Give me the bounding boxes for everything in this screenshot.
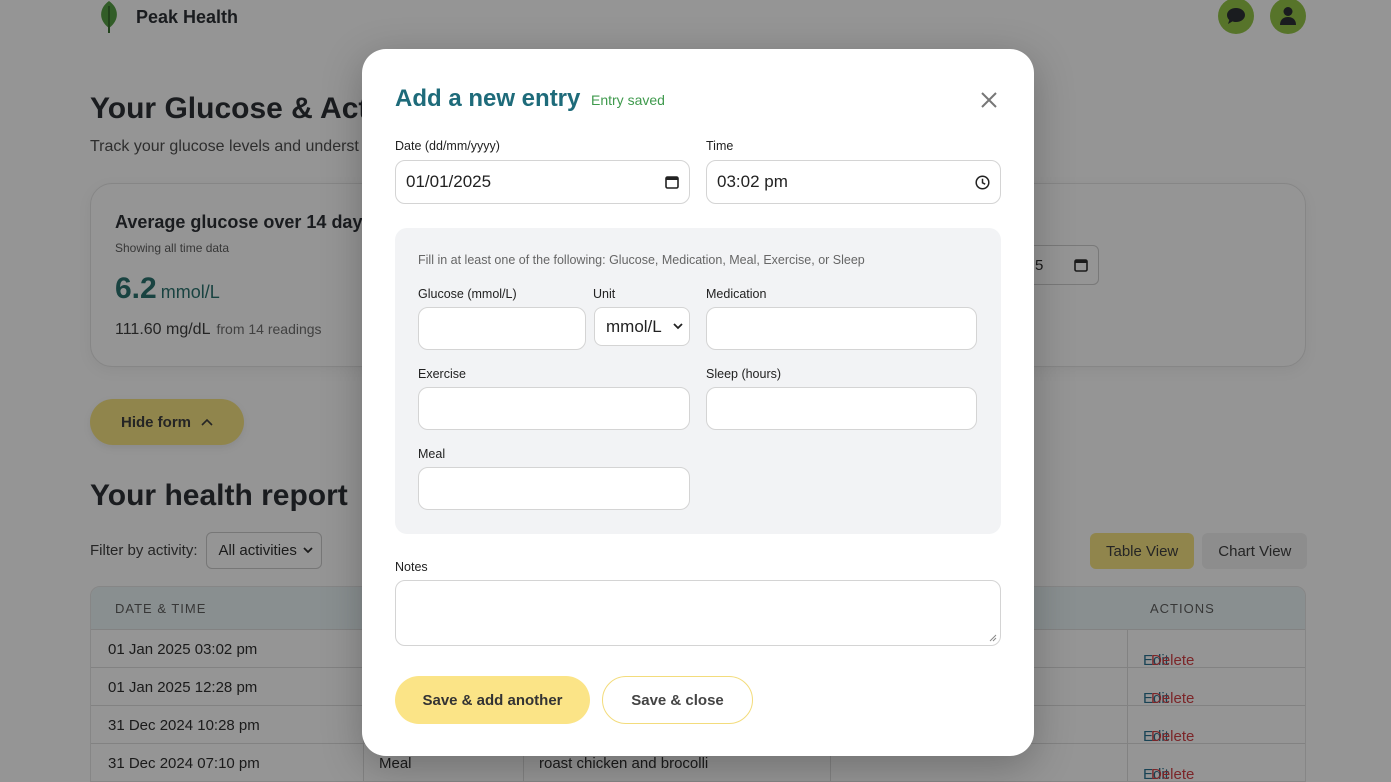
add-entry-modal: Add a new entry Entry saved Date (dd/mm/… <box>362 49 1034 756</box>
sleep-input[interactable] <box>706 387 977 430</box>
date-label: Date (dd/mm/yyyy) <box>395 139 500 153</box>
medication-label: Medication <box>706 287 767 301</box>
save-and-close-button[interactable]: Save & close <box>602 676 753 724</box>
glucose-label: Glucose (mmol/L) <box>418 287 517 301</box>
exercise-label: Exercise <box>418 367 466 381</box>
time-input[interactable]: 03:02 pm <box>706 160 1001 204</box>
meal-input[interactable] <box>418 467 690 510</box>
close-icon <box>981 92 997 108</box>
medication-input[interactable] <box>706 307 977 350</box>
activity-fields-panel: Fill in at least one of the following: G… <box>395 228 1001 534</box>
resize-handle-icon[interactable] <box>989 634 997 642</box>
unit-value: mmol/L <box>606 316 662 336</box>
unit-select[interactable]: mmol/L <box>594 307 690 346</box>
entry-saved-status: Entry saved <box>591 92 665 108</box>
notes-textarea[interactable] <box>395 580 1001 646</box>
time-value: 03:02 pm <box>717 172 788 191</box>
modal-title: Add a new entry <box>395 85 581 112</box>
save-and-add-another-button[interactable]: Save & add another <box>395 676 590 724</box>
chevron-down-icon <box>673 323 683 330</box>
date-input[interactable]: 01/01/2025 <box>395 160 690 204</box>
date-value: 01/01/2025 <box>406 172 492 191</box>
exercise-input[interactable] <box>418 387 690 430</box>
fields-hint: Fill in at least one of the following: G… <box>418 253 865 267</box>
sleep-label: Sleep (hours) <box>706 367 782 381</box>
time-label: Time <box>706 139 734 153</box>
unit-label: Unit <box>593 287 616 301</box>
meal-label: Meal <box>418 447 446 461</box>
notes-label: Notes <box>395 560 428 574</box>
calendar-icon <box>665 176 679 189</box>
close-button[interactable] <box>976 87 1002 113</box>
glucose-input[interactable] <box>418 307 586 350</box>
clock-icon <box>975 174 990 190</box>
